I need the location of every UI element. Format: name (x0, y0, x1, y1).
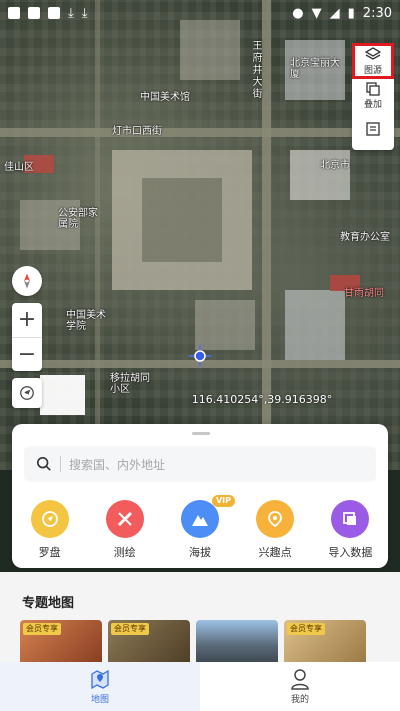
overlay-button[interactable]: 叠加 (353, 78, 393, 112)
topic-card[interactable]: 会员专享 (284, 620, 366, 662)
coordinate-readout: 116.410254°,39.916398° (191, 393, 333, 406)
zoom-out-button[interactable]: − (12, 336, 42, 372)
overlay-label: 叠加 (363, 99, 382, 110)
layers-icon (365, 46, 381, 60)
road (0, 128, 400, 137)
tool-compass[interactable]: 罗盘 (15, 500, 85, 560)
tool-altitude[interactable]: VIP 海拔 (165, 495, 235, 560)
vip-badge: VIP (211, 495, 235, 507)
zoom-control: + − (12, 303, 42, 371)
topic-card[interactable] (196, 620, 278, 662)
locate-button[interactable] (12, 378, 42, 408)
location-icon: ● (292, 5, 304, 21)
user-icon (291, 669, 309, 690)
member-badge: 会员专享 (287, 623, 325, 635)
search-input[interactable]: 搜索国、内外地址 (24, 446, 376, 482)
map-label-security: 公安部家属院 (58, 208, 98, 230)
poi-tool-icon (256, 500, 295, 538)
topic-card[interactable]: 会员专享 (108, 620, 190, 662)
zoom-in-button[interactable]: + (12, 303, 42, 337)
tool-survey[interactable]: 测绘 (90, 500, 160, 560)
map-pin-icon (91, 669, 109, 690)
bottom-sheet: 搜索国、内外地址 罗盘 测绘 VIP 海拔 兴趣点 导入数据 (12, 424, 388, 568)
tool-row: 罗盘 测绘 VIP 海拔 兴趣点 导入数据 (12, 495, 388, 560)
nav-label: 我的 (290, 695, 309, 705)
nav-map-tab[interactable]: 地图 (0, 662, 200, 711)
app-notification-icon (48, 7, 60, 19)
compass-needle-icon (24, 273, 30, 289)
tool-label: 测绘 (113, 546, 136, 559)
map-building (40, 375, 85, 415)
map-label-dengshikou: 灯市口西街 (112, 126, 162, 137)
map-building (290, 150, 350, 200)
map-source-label: 图源 (363, 65, 382, 76)
clock: 2:30 (362, 5, 392, 21)
tool-label: 罗盘 (38, 546, 61, 559)
tool-label: 导入数据 (328, 546, 373, 559)
map-source-button[interactable]: 图源 (352, 43, 394, 79)
map-label-arts-college: 中国美术学院 (66, 310, 106, 332)
app-notification-icon (8, 7, 20, 19)
compass-button[interactable] (12, 266, 42, 296)
nav-mine-tab[interactable]: 我的 (200, 662, 400, 711)
drag-handle[interactable] (192, 432, 210, 435)
mountain-tool-icon: VIP (180, 495, 235, 538)
map-label-wangfujing: 王府井大街 (250, 40, 261, 100)
bookmark-icon (366, 122, 380, 136)
map-label-education: 教育办公室 (340, 232, 390, 243)
map-building (195, 300, 255, 350)
tool-import[interactable]: 导入数据 (315, 500, 385, 560)
search-placeholder: 搜索国、内外地址 (69, 457, 166, 472)
ruler-tool-icon (105, 500, 144, 538)
map-label-arts: 中国美术馆 (140, 92, 190, 103)
tool-label: 兴趣点 (258, 546, 292, 559)
topic-card[interactable]: 会员专享 (20, 620, 102, 662)
map-building (285, 290, 345, 360)
search-icon (36, 456, 51, 471)
import-tool-icon (331, 500, 370, 538)
divider (60, 456, 61, 472)
download-icon: ⤓ (81, 5, 88, 21)
map-label-beijing: 北京市 (320, 160, 350, 171)
member-badge: 会员专享 (23, 623, 61, 635)
signal-icon: ◢ (329, 5, 340, 21)
tool-poi[interactable]: 兴趣点 (240, 500, 310, 560)
overlay-icon (366, 81, 380, 96)
battery-icon: ▮ (347, 5, 355, 21)
layer-panel: 图源 叠加 (352, 43, 394, 150)
locate-icon (20, 386, 34, 400)
download-icon: ⤓ (68, 5, 74, 21)
wifi-icon: ▼ (311, 5, 322, 21)
bottom-navigation: 地图 我的 (0, 662, 400, 711)
map-label-ganyu: 甘雨胡同 (344, 288, 384, 299)
location-crosshair-icon (189, 345, 211, 367)
status-bar: ⤓ ⤓ ● ▼ ◢ ▮ 2:30 (0, 0, 400, 26)
bookmark-button[interactable] (353, 112, 393, 146)
map-label-area: 佳山区 (4, 162, 34, 173)
satellite-map[interactable]: 王府井大街 灯市口西街 中国美术馆 公安部家属院 中国美术学院 移拉胡同小区 北… (0, 0, 400, 470)
nav-label: 地图 (90, 695, 109, 705)
map-building (180, 20, 240, 80)
topic-maps-section: 专题地图 会员专享 会员专享 会员专享 (0, 572, 400, 662)
topic-card-list: 会员专享 会员专享 会员专享 (20, 620, 400, 662)
member-badge: 会员专享 (111, 623, 149, 635)
app-notification-icon (28, 7, 40, 19)
map-building (112, 150, 252, 290)
tool-label: 海拔 (188, 546, 211, 559)
road (95, 0, 100, 470)
map-label-residence: 移拉胡同小区 (110, 373, 150, 395)
section-title: 专题地图 (22, 596, 75, 611)
compass-tool-icon (30, 500, 69, 538)
map-label-building: 北京宝丽大厦 (290, 58, 340, 80)
